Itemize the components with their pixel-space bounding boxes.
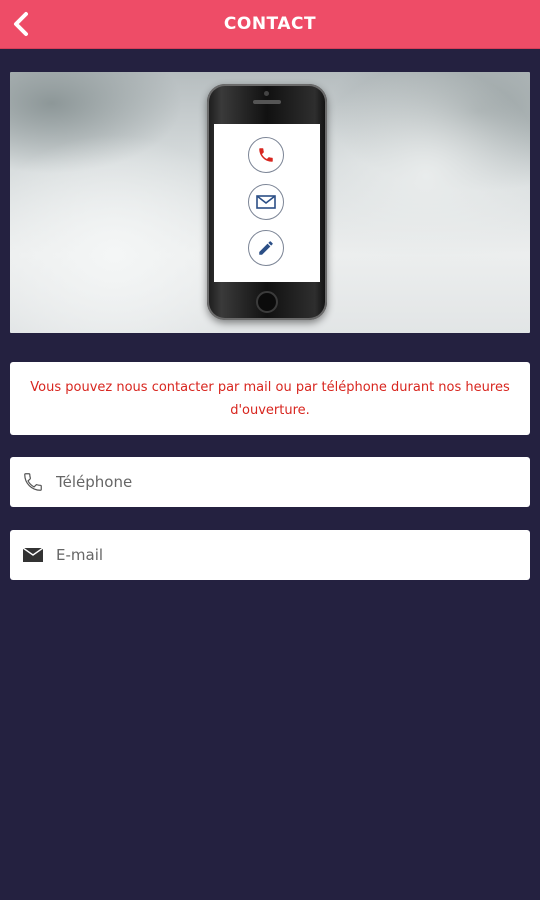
- phone-input[interactable]: [56, 462, 530, 502]
- email-field[interactable]: [10, 530, 530, 580]
- phone-camera: [264, 91, 269, 96]
- email-input[interactable]: [56, 535, 530, 575]
- phone-screen: [214, 124, 320, 282]
- phone-field[interactable]: [10, 457, 530, 507]
- info-message: Vous pouvez nous contacter par mail ou p…: [30, 379, 510, 418]
- envelope-icon: [10, 548, 56, 562]
- app-bar: CONTACT: [0, 0, 540, 49]
- phone-icon: [10, 471, 56, 493]
- info-message-card: Vous pouvez nous contacter par mail ou p…: [10, 362, 530, 435]
- phone-speaker: [253, 100, 281, 104]
- contact-banner-image: [10, 72, 530, 333]
- back-button[interactable]: [4, 6, 40, 42]
- mail-icon: [248, 184, 284, 220]
- phone-icon: [248, 137, 284, 173]
- pencil-icon: [248, 230, 284, 266]
- smartphone-illustration: [207, 84, 327, 320]
- chevron-left-icon: [14, 12, 28, 36]
- phone-home-button: [256, 291, 278, 313]
- page-title: CONTACT: [223, 14, 317, 34]
